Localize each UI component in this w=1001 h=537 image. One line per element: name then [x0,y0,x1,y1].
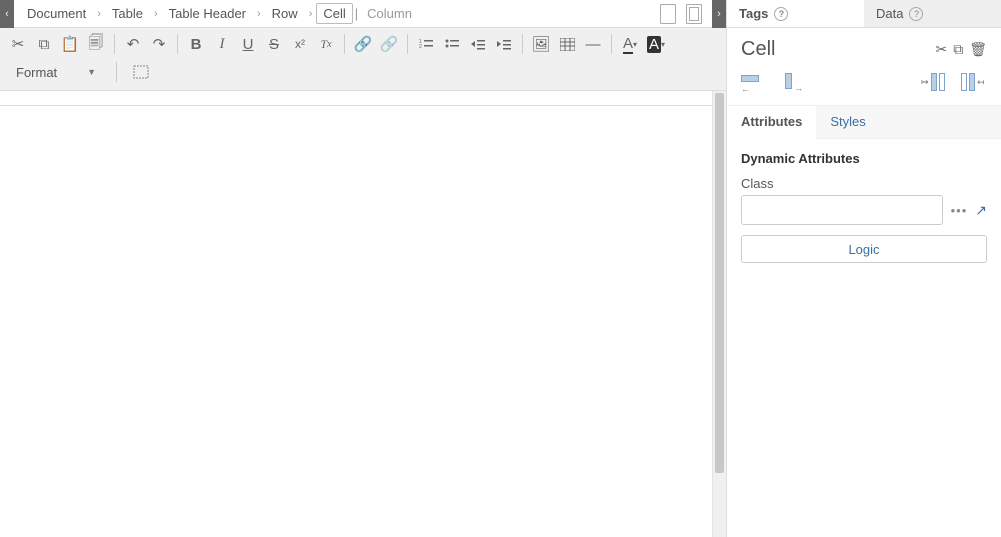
section-title: Dynamic Attributes [741,151,987,166]
italic-button[interactable]: I [210,32,234,56]
show-blocks-icon[interactable] [129,60,153,84]
strikethrough-button[interactable]: S [262,32,286,56]
page-single-icon[interactable] [660,4,676,24]
format-label: Format [16,65,57,80]
format-dropdown[interactable]: Format ▼ [8,63,104,82]
breadcrumb-item[interactable]: Table [105,3,150,24]
chevron-right-icon: › [150,8,162,20]
split-right-icon[interactable]: ↤ [961,73,987,95]
tab-label: Data [876,6,903,21]
breadcrumb-item-active[interactable]: Cell [316,3,352,24]
more-icon[interactable]: ••• [951,203,968,218]
breadcrumb-item[interactable]: Table Header [162,3,253,24]
cut-icon[interactable]: ✂ [935,41,947,58]
paste-special-icon[interactable]: 🗐 [84,32,108,56]
class-label: Class [741,176,987,191]
collapse-right-icon[interactable]: › [712,0,726,28]
tab-tags[interactable]: Tags ? [727,0,864,27]
help-icon[interactable]: ? [909,7,923,21]
merge-horizontal-icon[interactable]: ← [741,73,767,95]
hr-icon[interactable]: — [581,32,605,56]
toolbar: ✂ ⧉ 📋 🗐 ↶ ↷ B I U S x² Tx 🔗 🔗 12 [0,28,726,91]
undo-icon[interactable]: ↶ [121,32,145,56]
external-link-icon[interactable]: ↗ [975,202,987,219]
breadcrumb-bar: ‹ Document › Table › Table Header › Row … [0,0,726,28]
copy-icon[interactable]: ⧉ [953,41,963,58]
unlink-icon[interactable]: 🔗 [377,32,401,56]
subtab-attributes[interactable]: Attributes [727,106,816,139]
tab-data[interactable]: Data ? [864,0,1001,27]
merge-vertical-icon[interactable]: → [781,73,807,95]
superscript-icon[interactable]: x² [288,32,312,56]
breadcrumb-item[interactable]: Row [265,3,305,24]
list-bulleted-icon[interactable] [440,32,464,56]
tab-label: Tags [739,6,768,21]
chevron-right-icon: › [93,8,105,20]
text-color-icon[interactable]: A▾ [618,32,642,56]
breadcrumb: Document › Table › Table Header › Row › … [14,3,650,24]
underline-button[interactable]: U [236,32,260,56]
cut-icon[interactable]: ✂ [6,32,30,56]
paste-icon[interactable]: 📋 [58,32,82,56]
breadcrumb-divider: | [353,6,360,21]
svg-text:2: 2 [419,44,422,50]
panel-title: Cell [741,38,775,61]
clear-format-icon[interactable]: Tx [314,32,338,56]
breadcrumb-item-trailing[interactable]: Column [360,3,419,24]
image-icon[interactable]: 🖼 [529,32,553,56]
chevron-right-icon: › [305,8,317,20]
chevron-right-icon: › [253,8,265,20]
breadcrumb-item[interactable]: Document [20,3,93,24]
link-icon[interactable]: 🔗 [351,32,375,56]
logic-button[interactable]: Logic [741,235,987,263]
cell-merge-tools: ← → ↦ ↤ [727,67,1001,106]
split-left-icon[interactable]: ↦ [921,73,947,95]
collapse-left-icon[interactable]: ‹ [0,0,14,28]
editor-canvas[interactable] [0,91,726,537]
bold-button[interactable]: B [184,32,208,56]
help-icon[interactable]: ? [774,7,788,21]
page-outline-icon[interactable] [686,4,702,24]
indent-icon[interactable] [492,32,516,56]
list-numbered-icon[interactable]: 12 [414,32,438,56]
redo-icon[interactable]: ↷ [147,32,171,56]
class-input[interactable] [741,195,943,225]
table-icon[interactable] [555,32,579,56]
copy-icon[interactable]: ⧉ [32,32,56,56]
outdent-icon[interactable] [466,32,490,56]
scrollbar-vertical[interactable] [712,91,726,537]
right-panel: Tags ? Data ? Cell ✂ ⧉ 🗑 ← [726,0,1001,537]
delete-icon[interactable]: 🗑 [969,41,987,58]
chevron-down-icon: ▼ [87,67,96,77]
subtab-styles[interactable]: Styles [816,106,879,138]
bg-color-icon[interactable]: A▾ [644,32,668,56]
